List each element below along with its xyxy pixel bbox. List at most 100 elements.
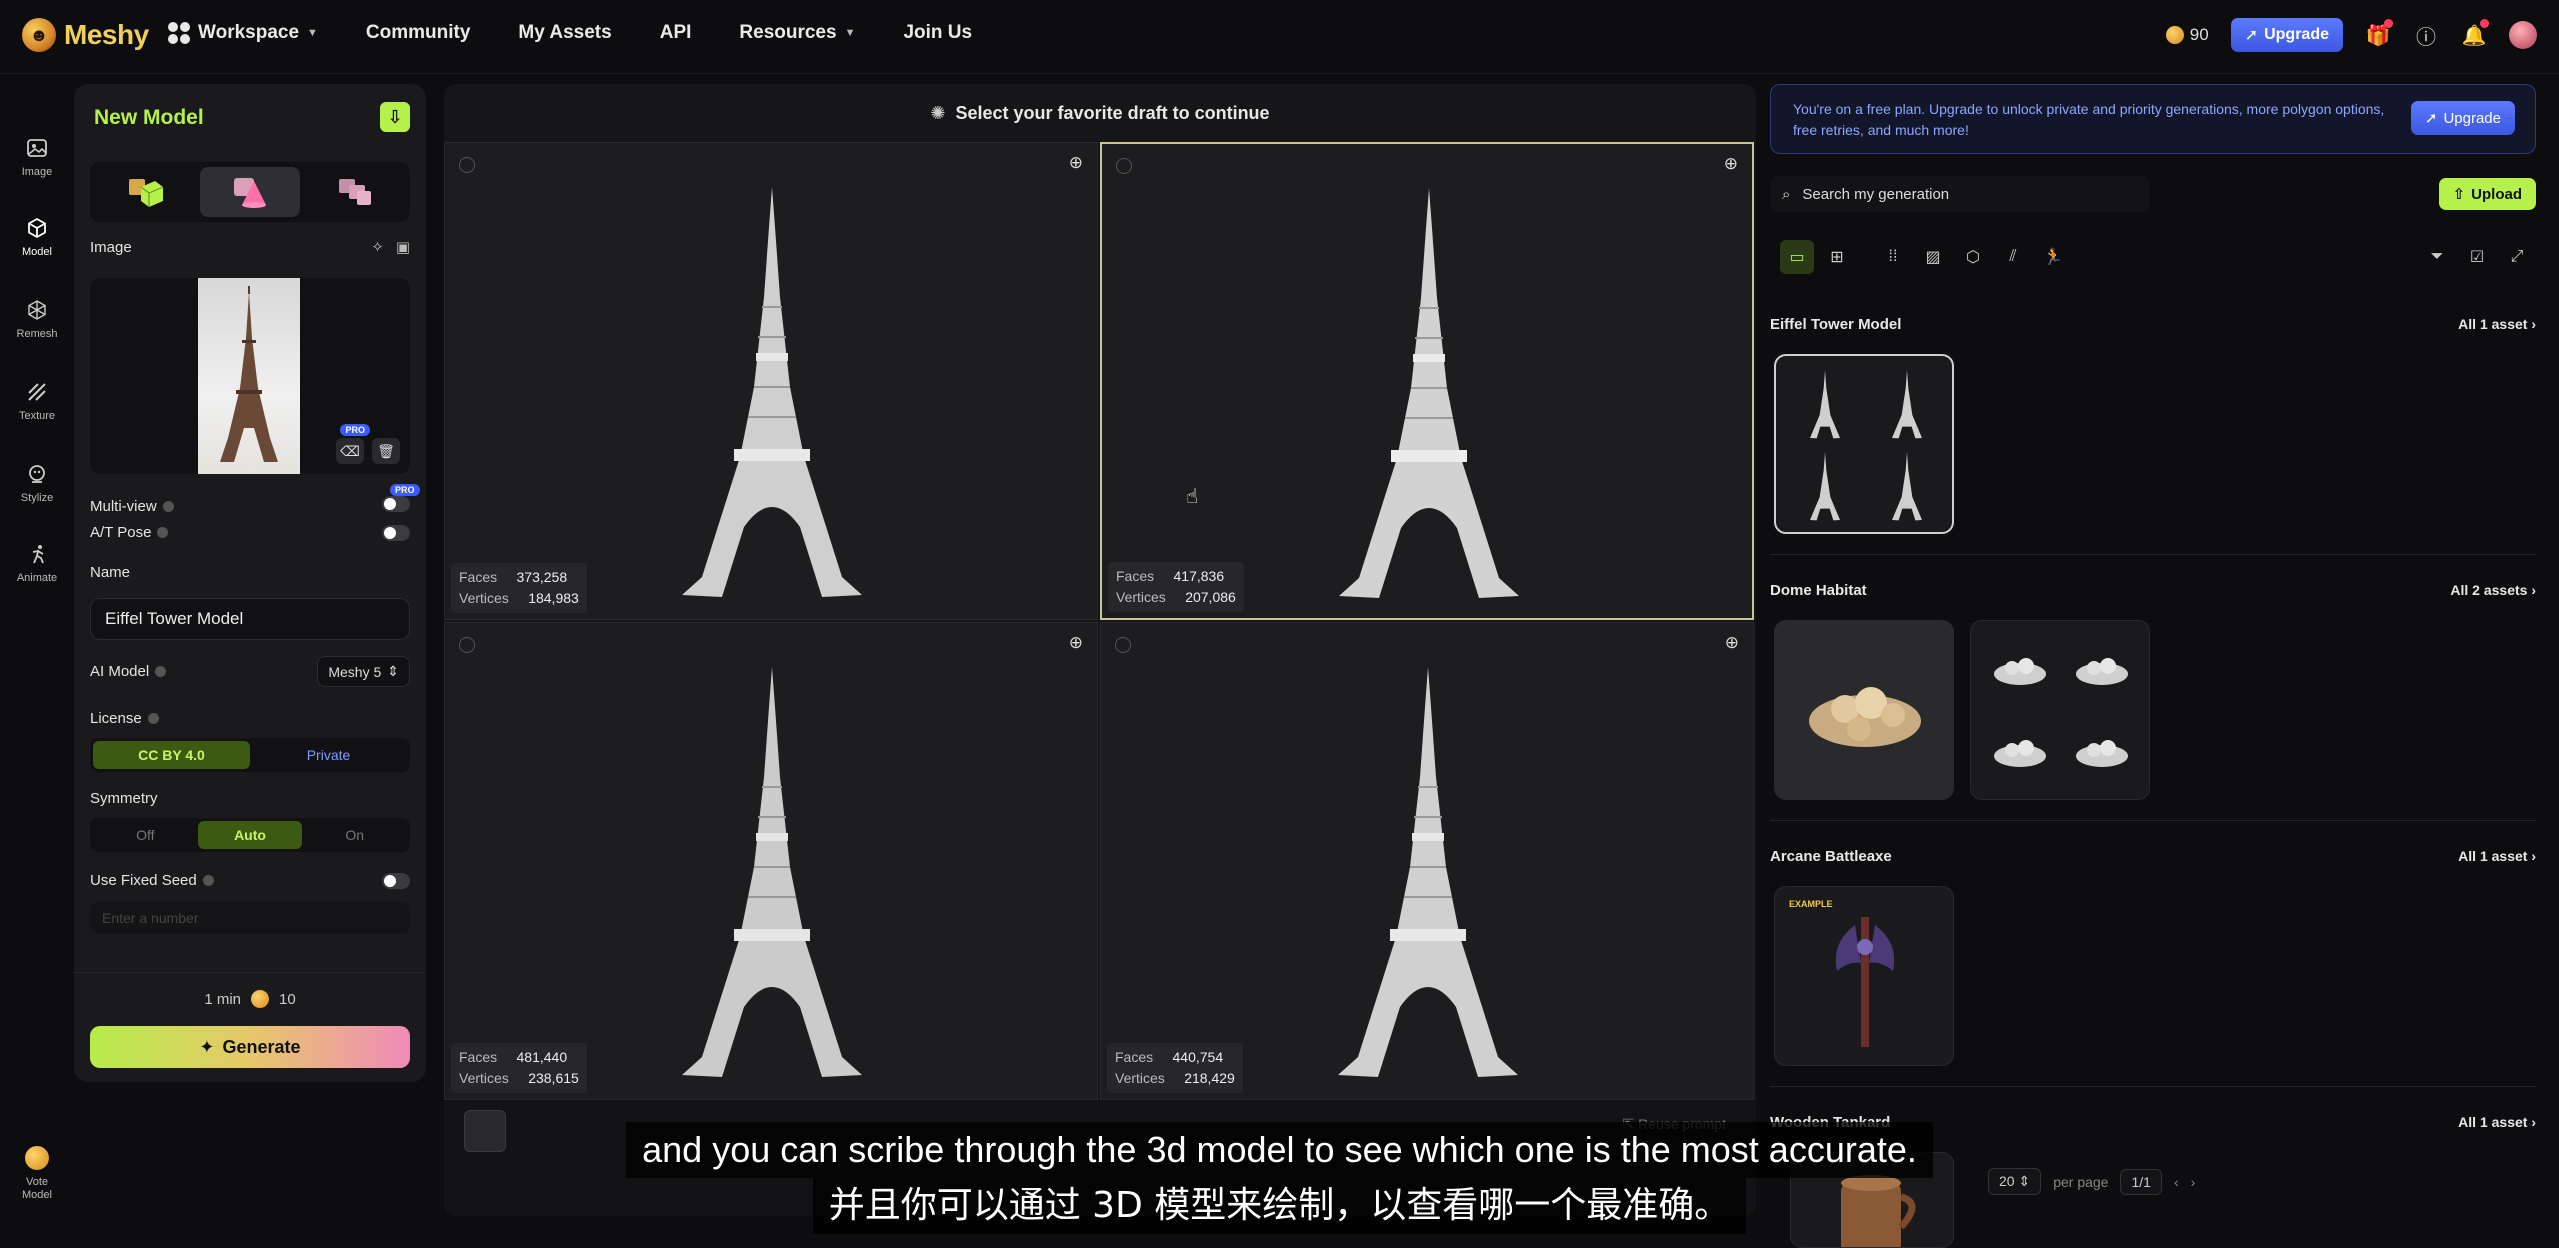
select-radio[interactable] [1116, 158, 1132, 174]
zoom-in-icon[interactable]: ⊕ [1069, 633, 1083, 653]
rail-item-stylize[interactable]: Stylize [0, 460, 74, 504]
see-all-link[interactable]: All 1 asset › [2458, 316, 2536, 332]
rail-item-model[interactable]: Model [0, 214, 74, 258]
rail-item-texture[interactable]: Texture [0, 378, 74, 422]
draft-card[interactable]: ⊕ Faces 440,754 Vertices 218,429 [1100, 622, 1754, 1100]
bell-icon[interactable]: 🔔 [2461, 19, 2489, 48]
info-icon [162, 500, 174, 512]
stylize-icon [23, 460, 51, 488]
see-all-link[interactable]: All 1 asset › [2458, 848, 2536, 864]
coin-icon [2165, 26, 2184, 44]
name-input[interactable]: Eiffel Tower Model [90, 598, 410, 640]
help-icon[interactable]: ⓘ [2413, 22, 2439, 49]
search-input[interactable]: ⌕ Search my generation [1770, 176, 2150, 212]
atpose-toggle[interactable] [382, 524, 410, 541]
dots-grid-icon[interactable]: ⁞⁞ [1876, 240, 1910, 274]
asset-card[interactable]: EXAMPLE [1774, 886, 1954, 1066]
nav-my-assets[interactable]: My Assets [518, 22, 611, 44]
tab-multi-image[interactable] [304, 167, 405, 217]
sparkle-icon[interactable]: ✧ [371, 238, 384, 256]
generate-button[interactable]: ✦ Generate [90, 1026, 410, 1068]
gift-icon[interactable]: 🎁 [2365, 19, 2393, 48]
download-icon[interactable]: ⇩ [380, 102, 410, 132]
nav-api[interactable]: API [660, 22, 692, 44]
banner-upgrade-button[interactable]: ➚ Upgrade [2410, 101, 2515, 135]
mouse-cursor-icon: ☝ [1186, 486, 1199, 508]
image-icon [23, 134, 51, 162]
draft-card[interactable]: ⊕ Faces 481,440 Vertices 238,615 [444, 622, 1098, 1100]
pro-badge: PRO [390, 484, 420, 496]
asset-preview-grid [1979, 629, 2143, 793]
expand-icon[interactable]: ⤢ [2500, 240, 2534, 274]
symmetry-on[interactable]: On [302, 821, 407, 849]
rail-item-image[interactable]: Image [0, 134, 74, 178]
license-cc-by[interactable]: CC BY 4.0 [93, 741, 250, 769]
my-generations-panel: You're on a free plan. Upgrade to unlock… [1770, 84, 2544, 1248]
image-icon[interactable]: ▨ [1916, 240, 1950, 274]
nav-workspace[interactable]: Workspace ▼ [168, 22, 318, 44]
nav-resources[interactable]: Resources ▼ [739, 22, 855, 44]
nav-join-us[interactable]: Join Us [903, 22, 972, 44]
eiffel-tower-model [682, 187, 862, 597]
zoom-in-icon[interactable]: ⊕ [1725, 633, 1739, 653]
free-plan-banner: You're on a free plan. Upgrade to unlock… [1770, 84, 2536, 154]
mesh-stats: Faces 417,836 Vertices 207,086 [1108, 562, 1244, 612]
select-check-icon[interactable]: ☑ [2460, 240, 2494, 274]
asset-card[interactable] [1970, 620, 2150, 800]
section-title: Arcane Battleaxe [1770, 847, 1892, 865]
tower-thumbnail [1892, 452, 1922, 521]
notification-dot [2384, 19, 2393, 28]
avatar[interactable] [2509, 21, 2537, 49]
filter-icon[interactable]: ⏷ [2420, 240, 2454, 274]
seed-input[interactable]: Enter a number [90, 902, 410, 934]
asset-card[interactable] [1774, 620, 1954, 800]
text-cube-icon [129, 179, 164, 207]
fixed-seed-row: Use Fixed Seed [90, 872, 410, 889]
symmetry-auto[interactable]: Auto [197, 821, 303, 849]
tower-thumbnail [1810, 370, 1840, 439]
trash-icon[interactable]: 🗑 [372, 438, 400, 464]
eiffel-tower-model [1339, 188, 1519, 598]
image-upload-box[interactable]: ⌫ 🗑 PRO [90, 278, 410, 474]
rail-item-remesh[interactable]: Remesh [0, 296, 74, 340]
folder-icon[interactable]: ▭ [1780, 240, 1814, 274]
tab-image-to-3d[interactable] [199, 167, 301, 217]
rocket-icon: ➚ [2424, 110, 2438, 127]
upload-button[interactable]: ⇧ Upload [2438, 178, 2536, 210]
dome-thumbnail [2076, 658, 2128, 685]
rail-item-animate[interactable]: Animate [0, 540, 74, 584]
select-radio[interactable] [1115, 637, 1131, 653]
nav-community[interactable]: Community [366, 22, 471, 44]
zoom-in-icon[interactable]: ⊕ [1724, 154, 1738, 174]
subtitle-chinese: 并且你可以通过 3D 模型来绘制，以查看哪一个最准确。 [812, 1178, 1747, 1234]
texture-icon[interactable]: ⫽ [1996, 240, 2030, 274]
chevron-down-icon: ▼ [844, 27, 856, 39]
animate-icon [23, 540, 51, 568]
symmetry-off[interactable]: Off [93, 821, 198, 849]
grid-icon[interactable]: ⊞ [1820, 240, 1854, 274]
image-label: Image [90, 238, 132, 256]
see-all-link[interactable]: All 2 assets › [2450, 582, 2536, 598]
license-private[interactable]: Private [250, 741, 407, 769]
cube-icon[interactable]: ⬡ [1956, 240, 1990, 274]
texture-icon [23, 378, 51, 406]
asset-card[interactable] [1774, 354, 1954, 534]
upgrade-button[interactable]: ➚ Upgrade [2230, 18, 2343, 52]
ai-model-select[interactable]: Meshy 5 ⇕ [317, 656, 410, 687]
draft-card-selected[interactable]: ⊕ ☝ Faces 417,836 Vertices 207,086 [1100, 142, 1754, 620]
gallery-icon[interactable]: ▣ [396, 238, 410, 256]
asset-section: Arcane Battleaxe All 1 asset › [1770, 844, 2536, 868]
select-radio[interactable] [459, 157, 475, 173]
zoom-in-icon[interactable]: ⊕ [1069, 153, 1083, 173]
animate-icon[interactable]: 🏃 [2036, 240, 2070, 274]
eraser-icon[interactable]: ⌫ [336, 438, 364, 464]
logo[interactable]: ☻ Meshy [22, 18, 149, 52]
image-row: Image ✧ ▣ [90, 238, 410, 257]
tab-text-to-3d[interactable] [95, 167, 196, 217]
fixed-seed-toggle[interactable] [382, 872, 410, 889]
multiview-toggle[interactable] [382, 496, 410, 512]
sparkle-icon: ✦ [199, 1036, 215, 1057]
credits-counter[interactable]: 90 [2165, 25, 2209, 45]
draft-card[interactable]: ⊕ Faces 373,258 Vertices 184,983 [444, 142, 1098, 620]
select-radio[interactable] [459, 637, 475, 653]
